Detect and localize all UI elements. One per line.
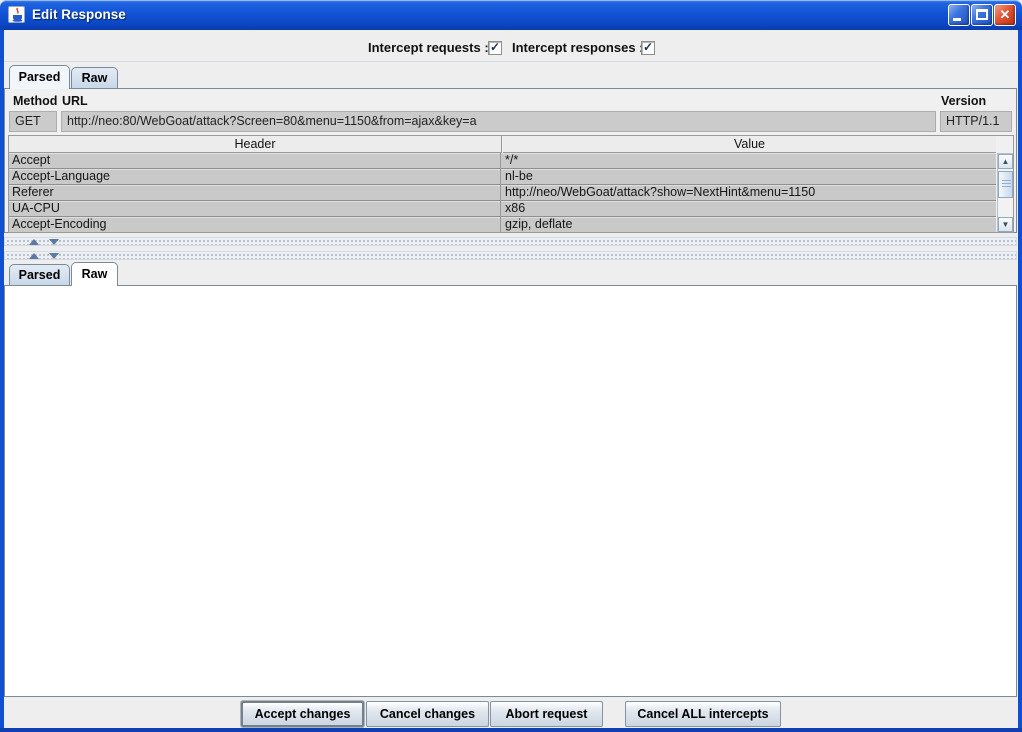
table-row[interactable]: Accept */* (9, 153, 996, 169)
up-arrow-icon: ▲ (1002, 157, 1010, 166)
headers-table: Header Value Accept */* Accept-Language … (8, 135, 1014, 233)
table-row[interactable]: UA-CPU x86 (9, 201, 996, 217)
collapse-down-icon[interactable] (49, 253, 59, 259)
minimize-button[interactable] (948, 4, 970, 26)
response-tab-parsed[interactable]: Parsed (9, 264, 70, 285)
close-button[interactable]: ✕ (994, 4, 1016, 26)
accept-changes-button[interactable]: Accept changes (241, 701, 364, 727)
collapse-up-icon[interactable] (29, 253, 39, 259)
maximize-button[interactable] (971, 4, 993, 26)
headers-table-body: Accept */* Accept-Language nl-be Referer… (9, 153, 996, 233)
version-label: Version (941, 94, 986, 108)
version-field[interactable]: HTTP/1.1 (940, 111, 1012, 132)
scroll-up-button[interactable]: ▲ (998, 154, 1013, 169)
method-label: Method (13, 94, 57, 108)
intercept-requests-label: Intercept requests : (368, 40, 489, 55)
divider-line (4, 61, 1018, 62)
table-row[interactable]: Referer http://neo/WebGoat/attack?show=N… (9, 185, 996, 201)
abort-request-button[interactable]: Abort request (490, 701, 603, 727)
response-tab-raw[interactable]: Raw (71, 262, 118, 286)
url-label: URL (62, 94, 88, 108)
split-divider-lower[interactable] (4, 251, 1017, 260)
scroll-down-button[interactable]: ▼ (998, 217, 1013, 232)
window-bottom-border (0, 728, 1022, 732)
intercept-responses-label: Intercept responses : (512, 40, 644, 55)
request-panel: Method URL Version GET http://neo:80/Web… (4, 88, 1017, 233)
minimize-icon (953, 18, 961, 21)
collapse-up-icon[interactable] (29, 239, 39, 245)
headers-scrollbar[interactable]: ▲ ▼ (997, 153, 1014, 233)
url-field[interactable]: http://neo:80/WebGoat/attack?Screen=80&m… (61, 111, 936, 132)
scrollbar-thumb[interactable] (998, 171, 1013, 198)
edit-response-window: Edit Response ✕ Intercept requests : ✓ I… (0, 0, 1022, 732)
table-row[interactable]: Accept-Encoding gzip, deflate (9, 217, 996, 233)
collapse-down-icon[interactable] (49, 239, 59, 245)
value-column-header[interactable]: Value (503, 136, 996, 153)
title-bar[interactable]: Edit Response ✕ (0, 0, 1022, 30)
request-tab-parsed[interactable]: Parsed (9, 65, 70, 89)
cancel-changes-button[interactable]: Cancel changes (366, 701, 489, 727)
method-field[interactable]: GET (9, 111, 57, 132)
request-tab-raw[interactable]: Raw (71, 67, 118, 88)
intercept-requests-checkbox[interactable]: ✓ (488, 41, 502, 55)
check-icon: ✓ (489, 41, 501, 53)
cancel-all-intercepts-button[interactable]: Cancel ALL intercepts (625, 701, 781, 727)
check-icon: ✓ (642, 41, 654, 53)
down-arrow-icon: ▼ (1002, 220, 1010, 229)
table-row[interactable]: Accept-Language nl-be (9, 169, 996, 185)
window-title: Edit Response (32, 7, 126, 22)
response-panel (4, 285, 1017, 697)
java-app-icon (8, 6, 25, 23)
split-divider-upper[interactable] (4, 237, 1017, 246)
intercept-responses-checkbox[interactable]: ✓ (641, 41, 655, 55)
header-column-header[interactable]: Header (9, 136, 502, 153)
close-icon: ✕ (1000, 7, 1011, 22)
maximize-icon (976, 9, 988, 20)
